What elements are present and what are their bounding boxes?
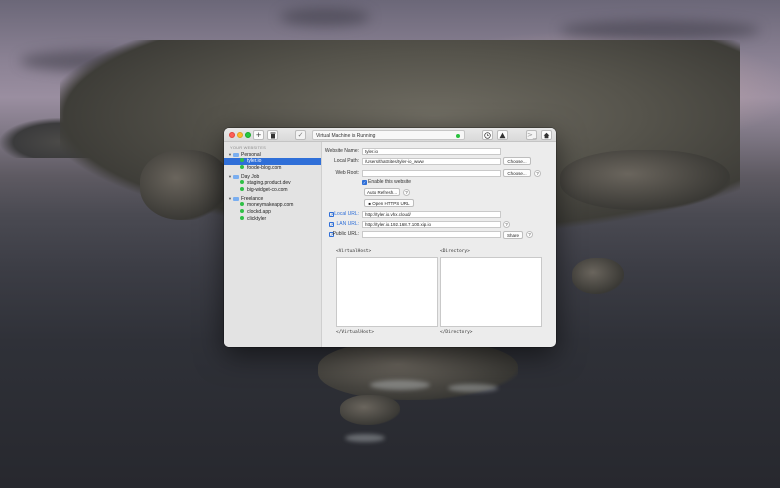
enable-website-label: Enable this website <box>368 179 412 185</box>
app-window: + ✓ Virtual Machine is Running >_ YOUR W… <box>224 128 556 347</box>
virtualhost-editor[interactable] <box>336 257 438 327</box>
site-status-dot <box>240 180 244 184</box>
checkmark-icon: ✓ <box>297 131 304 139</box>
auto-refresh-button[interactable]: Auto Refresh... <box>364 188 400 196</box>
public-url-field[interactable] <box>362 231 501 238</box>
directory-close-tag: </Directory> <box>440 330 473 335</box>
public-url-help-button[interactable]: ? <box>526 231 533 238</box>
apply-changes-button[interactable]: ✓ <box>295 130 306 140</box>
directory-open-tag: <Directory> <box>440 249 470 254</box>
rock <box>140 150 230 220</box>
site-label: clicktyler <box>247 216 267 222</box>
vm-status-field: Virtual Machine is Running <box>312 130 465 140</box>
choose-web-root-button[interactable]: Choose... <box>503 169 531 177</box>
share-button[interactable]: Share <box>503 231 523 239</box>
surf-foam <box>345 434 385 442</box>
cloud <box>560 20 760 40</box>
local-path-label: Local Path: <box>333 158 359 164</box>
surf-foam <box>370 380 430 390</box>
site-label: staging.product.dev <box>247 180 291 186</box>
clock-icon <box>484 132 491 139</box>
rock <box>340 395 400 425</box>
home-icon <box>543 132 550 139</box>
local-url-label[interactable]: Local URL: <box>322 211 359 218</box>
site-label: clockd.app <box>247 209 271 215</box>
plus-icon: + <box>255 131 262 139</box>
warning-icon <box>499 132 506 139</box>
public-url-label: Public URL: <box>332 231 359 237</box>
alerts-button[interactable] <box>497 130 508 140</box>
website-name-field[interactable]: tyler.io <box>362 148 501 155</box>
directory-editor[interactable] <box>440 257 542 327</box>
website-name-label: Website Name: <box>324 148 359 154</box>
site-label: tyler.io <box>247 158 262 164</box>
site-label: moneymakeapp.com <box>247 202 294 208</box>
rock <box>572 258 624 294</box>
sidebar-item-staging-product[interactable]: staging.product.dev <box>240 180 320 187</box>
web-root-help-button[interactable]: ? <box>534 170 541 177</box>
vm-status-indicator <box>456 134 460 138</box>
folder-icon <box>233 174 239 179</box>
surf-foam <box>448 384 498 392</box>
trash-icon <box>270 132 275 139</box>
sidebar-item-clicktyler[interactable]: clicktyler <box>240 216 320 223</box>
rock <box>560 150 730 210</box>
open-https-url-button[interactable]: ■ Open HTTPS URL <box>364 199 414 207</box>
close-window-button[interactable] <box>229 132 235 138</box>
site-status-dot <box>240 216 244 220</box>
virtualhost-open-tag: <VirtualHost> <box>336 249 372 254</box>
sidebar-item-tyler-io[interactable]: tyler.io <box>224 158 321 165</box>
virtualhost-close-tag: </VirtualHost> <box>336 330 374 335</box>
folder-icon <box>233 196 239 201</box>
sidebar-item-foode-blog[interactable]: foode-blog.com <box>240 165 320 172</box>
lan-url-label[interactable]: LAN URL: <box>322 221 359 228</box>
sidebar-item-clockd[interactable]: clockd.app <box>240 209 320 216</box>
lan-url-field[interactable]: http://tyler.io.192.168.7.100.xip.io <box>362 221 501 228</box>
lan-url-help-button[interactable]: ? <box>503 221 510 228</box>
sidebar-item-big-widget[interactable]: big-widget-co.com <box>240 187 320 194</box>
sidebar-group-day-job[interactable]: ▼ Day Job <box>228 173 318 180</box>
cloud <box>280 8 370 26</box>
websites-sidebar: YOUR WEBSITES ▼ Personal tyler.io foode-b… <box>224 142 322 347</box>
sidebar-item-moneymakeapp[interactable]: moneymakeapp.com <box>240 202 320 209</box>
web-root-label: Web Root: <box>335 170 359 176</box>
sidebar-header: YOUR WEBSITES <box>230 145 266 150</box>
add-website-button[interactable]: + <box>253 130 264 140</box>
lock-icon: ■ <box>368 201 371 206</box>
terminal-icon: >_ <box>527 131 537 139</box>
open-https-url-label: Open HTTPS URL <box>372 201 410 206</box>
local-url-field[interactable]: http://tyler.io.vhx.cloud/ <box>362 211 501 218</box>
vm-status-text: Virtual Machine is Running <box>316 133 376 139</box>
website-settings-form: Website Name: tyler.io Local Path: /User… <box>322 142 556 347</box>
choose-local-path-button[interactable]: Choose... <box>503 157 531 165</box>
site-status-dot <box>240 187 244 191</box>
folder-icon <box>233 152 239 157</box>
sidebar-group-personal[interactable]: ▼ Personal <box>228 151 318 158</box>
auto-refresh-help-button[interactable]: ? <box>403 189 410 196</box>
local-path-field[interactable]: /Users/thatSites/tyler-io_www <box>362 158 501 165</box>
site-label: foode-blog.com <box>247 165 282 171</box>
enable-website-checkbox[interactable]: ✓ <box>362 180 367 185</box>
open-terminal-button[interactable]: >_ <box>526 130 537 140</box>
toolbar: + ✓ Virtual Machine is Running >_ <box>224 128 556 142</box>
site-status-dot <box>240 209 244 213</box>
zoom-window-button[interactable] <box>245 132 251 138</box>
site-status-dot <box>240 202 244 206</box>
site-status-dot <box>240 165 244 169</box>
site-label: big-widget-co.com <box>247 187 288 193</box>
delete-website-button[interactable] <box>267 130 278 140</box>
minimize-window-button[interactable] <box>237 132 243 138</box>
history-button[interactable] <box>482 130 493 140</box>
sidebar-group-freelance[interactable]: ▼ Freelance <box>228 195 318 202</box>
open-home-button[interactable] <box>541 130 552 140</box>
web-root-field[interactable] <box>362 170 501 177</box>
site-status-dot <box>240 158 244 162</box>
